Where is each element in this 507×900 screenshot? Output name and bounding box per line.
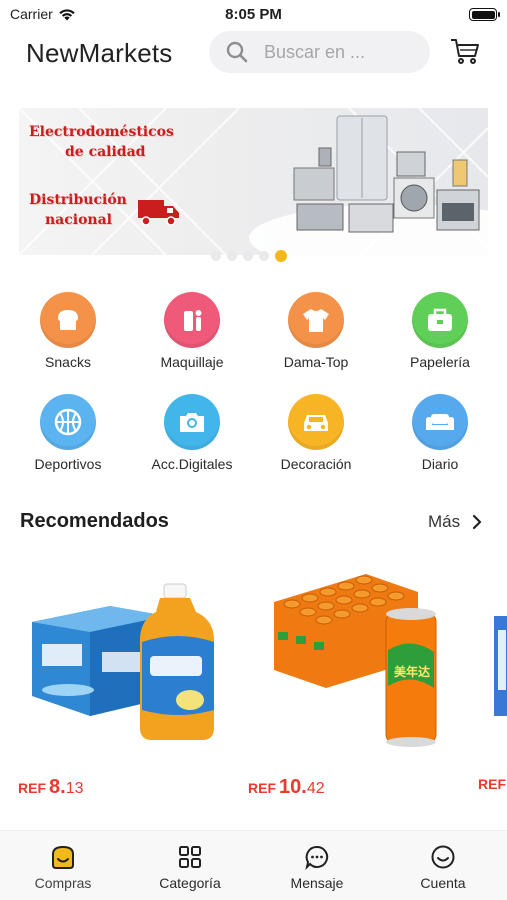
- search-bar[interactable]: Buscar en ...: [209, 31, 430, 73]
- pagination-dot[interactable]: [243, 251, 253, 261]
- category-label: Maquillaje: [160, 354, 224, 370]
- basketball-icon: [40, 394, 96, 450]
- tab-mensaje[interactable]: Mensaje: [254, 843, 380, 891]
- price-currency: REF: [18, 780, 46, 796]
- category-label: Acc.Digitales: [151, 456, 233, 472]
- price-currency: REF: [478, 776, 506, 792]
- shop-icon: [49, 843, 77, 871]
- makeup-icon: [164, 292, 220, 348]
- tab-compras[interactable]: Compras: [0, 843, 126, 891]
- promo-banner[interactable]: Electrodomésticos de calidad Distribució…: [19, 108, 488, 255]
- tab-cuenta[interactable]: Cuenta: [380, 843, 506, 891]
- product-carousel[interactable]: REF 8. 13 美年达 REF 10. 42 REF: [0, 560, 507, 810]
- category-label: Dama-Top: [283, 354, 349, 370]
- category-label: Deportivos: [34, 456, 102, 472]
- banner-pagination[interactable]: [211, 250, 287, 262]
- header: NewMarkets Buscar en ...: [0, 30, 507, 76]
- tab-label: Categoría: [159, 875, 221, 891]
- briefcase-icon: [412, 292, 468, 348]
- product-card[interactable]: REF 8. 13: [18, 560, 240, 800]
- search-placeholder: Buscar en ...: [264, 41, 366, 62]
- tab-bar: Compras Categoría Mensaje Cuenta: [0, 830, 507, 900]
- category-papeleria[interactable]: Papelería: [378, 292, 502, 370]
- product-card[interactable]: 美年达 REF 10. 42: [248, 560, 470, 800]
- category-snacks[interactable]: Snacks: [6, 292, 130, 370]
- category-dama-top[interactable]: Dama-Top: [254, 292, 378, 370]
- product-price: REF 8. 13: [18, 776, 83, 799]
- product-image: [494, 616, 507, 716]
- category-label: Snacks: [45, 354, 91, 370]
- category-acc-digitales[interactable]: Acc.Digitales: [130, 394, 254, 472]
- category-label: Decoración: [280, 456, 352, 472]
- pagination-dot[interactable]: [227, 251, 237, 261]
- banner-line-4: nacional: [45, 212, 112, 228]
- pagination-dot[interactable]: [259, 251, 269, 261]
- smile-icon: [429, 843, 457, 871]
- category-label: Diario: [421, 456, 459, 472]
- battery-icon: [469, 8, 500, 21]
- category-diario[interactable]: Diario: [378, 394, 502, 472]
- cart-icon[interactable]: [449, 35, 481, 67]
- category-deportivos[interactable]: Deportivos: [6, 394, 130, 472]
- pagination-dot-active[interactable]: [275, 250, 287, 262]
- truck-icon: [138, 200, 179, 226]
- tab-categoria[interactable]: Categoría: [127, 843, 253, 891]
- more-link[interactable]: Más: [428, 512, 482, 532]
- car-icon: [288, 394, 344, 450]
- banner-line-2: de calidad: [65, 144, 146, 160]
- product-price: REF: [478, 776, 507, 792]
- category-maquillaje[interactable]: Maquillaje: [130, 292, 254, 370]
- status-bar: Carrier 8:05 PM: [0, 0, 507, 30]
- search-icon: [226, 41, 248, 63]
- price-currency: REF: [248, 780, 276, 796]
- product-image: [32, 583, 214, 740]
- category-decoracion[interactable]: Decoración: [254, 394, 378, 472]
- price-integer: 8.: [49, 776, 66, 798]
- price-integer: 10.: [279, 776, 307, 798]
- shirt-icon: [288, 292, 344, 348]
- chat-icon: [303, 843, 331, 871]
- more-label: Más: [428, 512, 461, 531]
- grid-icon: [176, 843, 204, 871]
- svg-text:美年达: 美年达: [394, 664, 430, 679]
- pagination-dot[interactable]: [211, 251, 221, 261]
- bread-icon: [40, 292, 96, 348]
- banner-line-3: Distribución: [29, 192, 127, 208]
- tab-label: Compras: [34, 875, 92, 891]
- clock: 8:05 PM: [225, 6, 282, 23]
- chevron-right-icon: [473, 514, 482, 530]
- price-decimal: 13: [65, 780, 84, 797]
- banner-line-1: Electrodomésticos: [29, 124, 174, 140]
- product-image: 美年达: [274, 574, 437, 747]
- app-title: NewMarkets: [26, 38, 173, 68]
- tab-label: Cuenta: [420, 875, 466, 891]
- tab-label: Mensaje: [290, 875, 344, 891]
- sofa-icon: [412, 394, 468, 450]
- price-decimal: 42: [306, 780, 325, 797]
- section-title: Recomendados: [20, 510, 169, 532]
- product-card[interactable]: REF: [478, 560, 507, 800]
- camera-icon: [164, 394, 220, 450]
- product-price: REF 10. 42: [248, 776, 325, 799]
- category-label: Papelería: [410, 354, 470, 370]
